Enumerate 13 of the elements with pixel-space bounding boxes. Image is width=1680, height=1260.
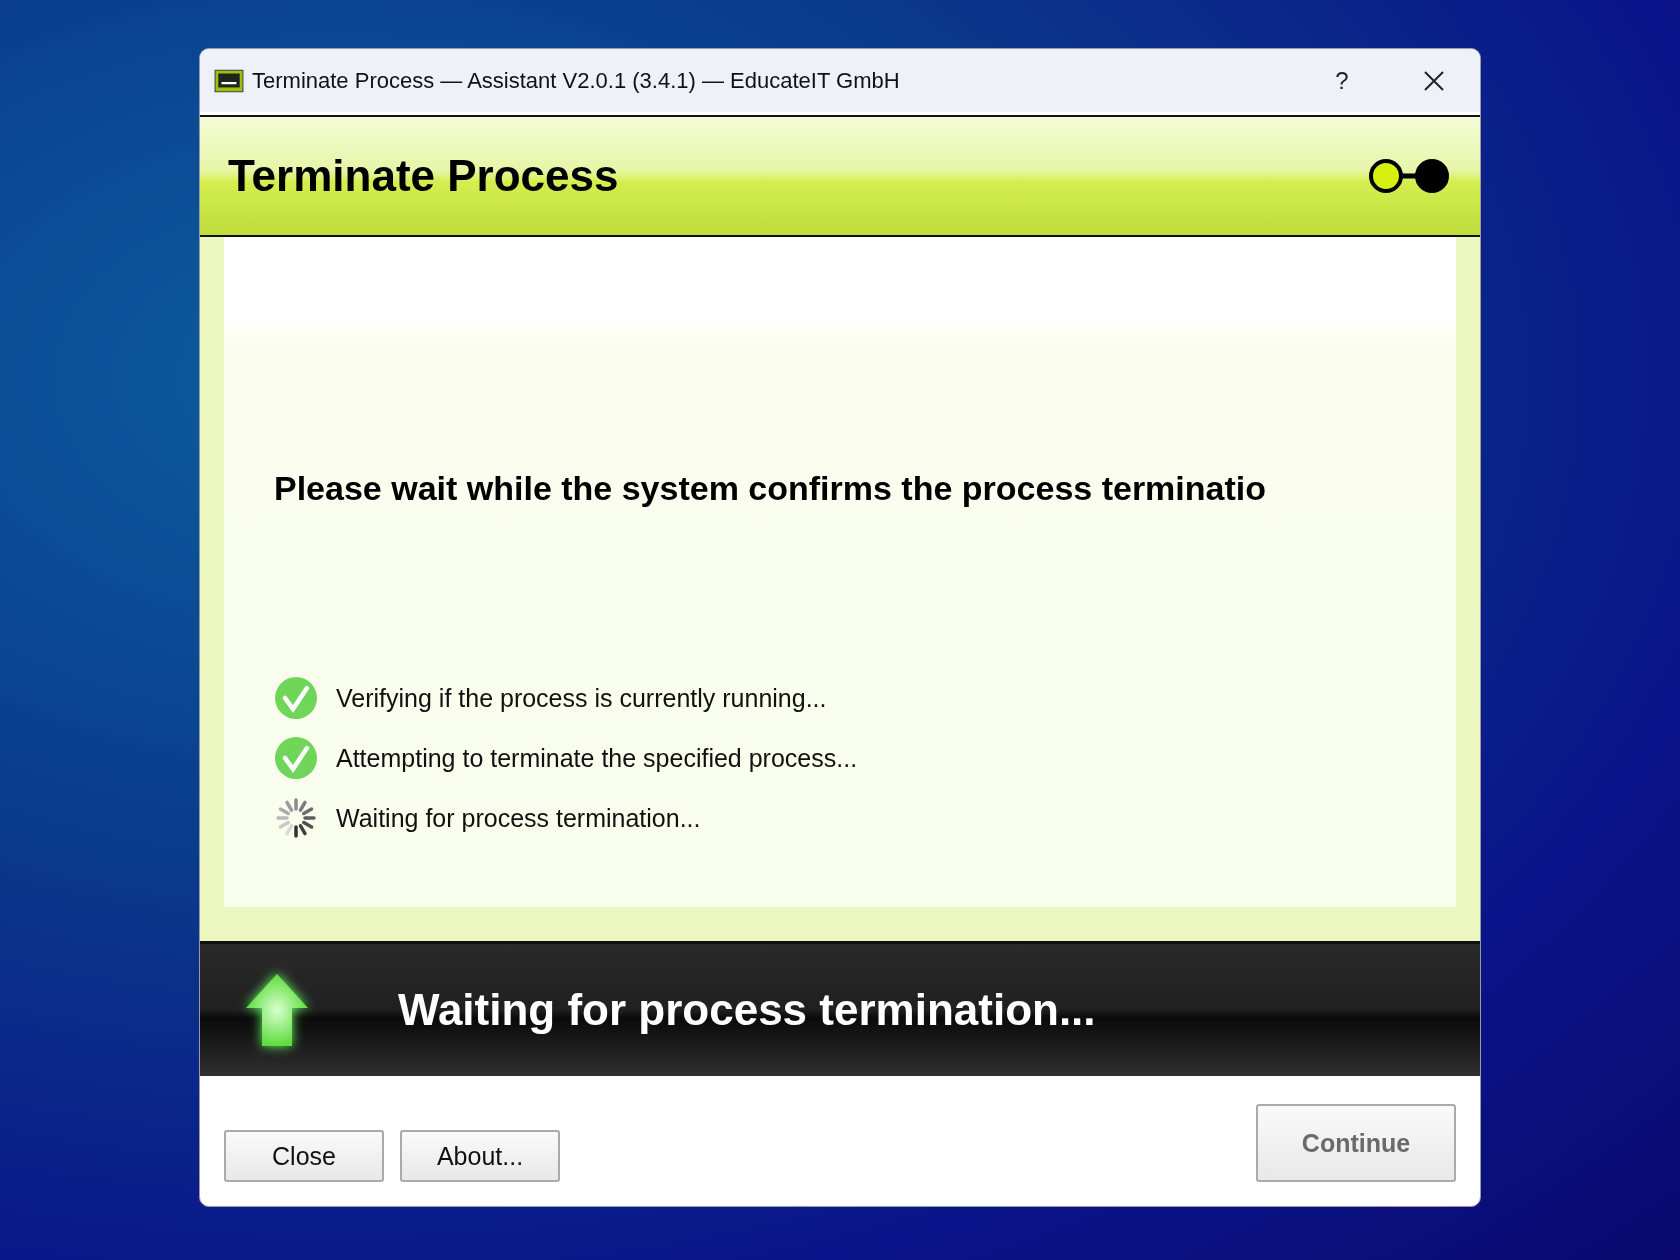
close-icon bbox=[1423, 69, 1445, 92]
app-icon bbox=[214, 68, 244, 93]
window-title: Terminate Process — Assistant V2.0.1 (3.4.1) — EducateIT GmbH bbox=[252, 67, 901, 94]
page-title: Terminate Process bbox=[228, 151, 620, 201]
task-label: Verifying if the process is currently running... bbox=[336, 683, 827, 713]
dialog-button[interactable]: Close bbox=[224, 1130, 384, 1182]
dialog-button[interactable]: About... bbox=[400, 1130, 560, 1182]
help-button[interactable]: ? bbox=[1296, 50, 1388, 111]
status-text: Waiting for process termination... bbox=[398, 985, 1096, 1035]
status-message: Please wait while the system confirms the process terminatio bbox=[274, 469, 1267, 508]
task-label: Waiting for process termination... bbox=[336, 803, 701, 833]
task-label: Attempting to terminate the specified process... bbox=[336, 743, 858, 773]
step-indicator-icon bbox=[1368, 156, 1450, 196]
